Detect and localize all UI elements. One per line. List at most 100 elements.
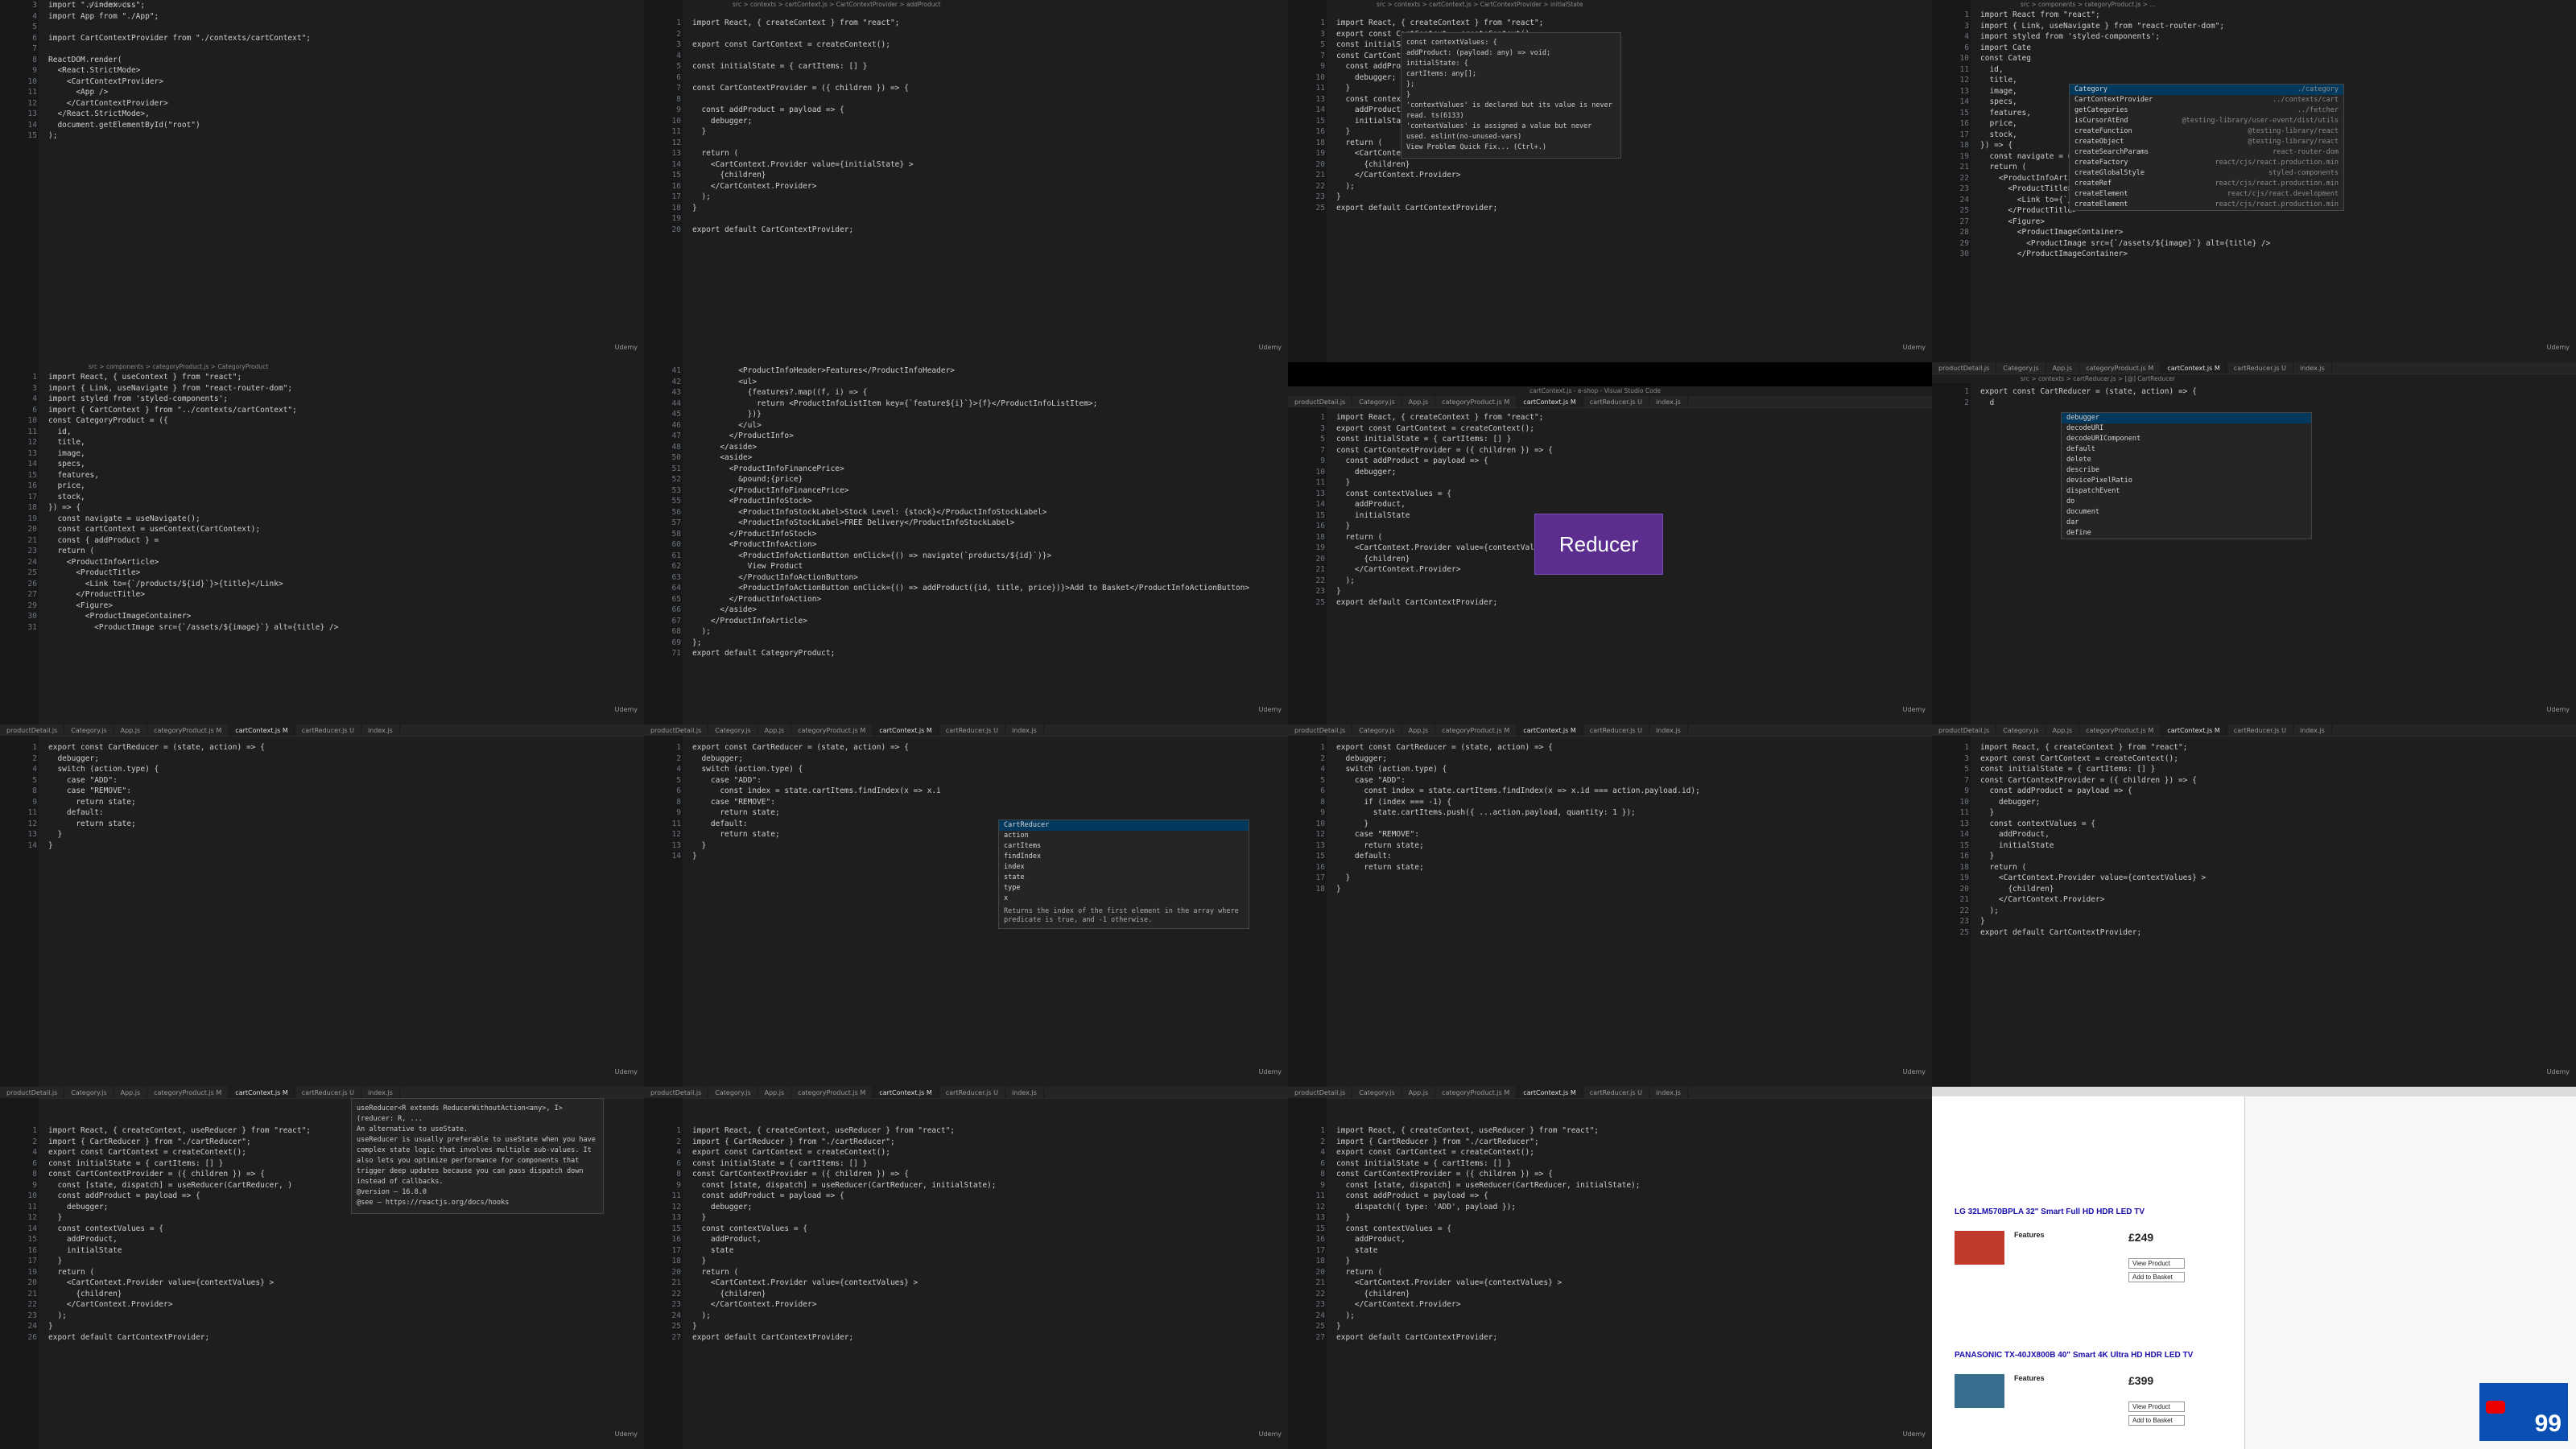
editor-tab[interactable]: cartContext.js M — [873, 724, 939, 736]
suggestion-item[interactable]: createFunction @testing-library/react — [2070, 126, 2343, 137]
list-item[interactable]: delete — [2062, 455, 2311, 465]
list-item[interactable]: View Problem Quick Fix... (Ctrl+.) — [1406, 142, 1616, 153]
editor-tab[interactable]: App.js — [758, 724, 792, 736]
editor-tab[interactable]: Category.js — [64, 1087, 114, 1098]
autocomplete-popup[interactable]: CartReducer action cartItems findIndex index… — [998, 819, 1249, 929]
list-item[interactable]: useReducer<R extends ReducerWithoutActio… — [357, 1104, 598, 1125]
list-item[interactable]: 'contextValues' is declared but its valu… — [1406, 101, 1616, 122]
editor-tab[interactable]: productDetail.js — [1288, 724, 1353, 736]
suggestion-item[interactable]: createObject @testing-library/react — [2070, 137, 2343, 147]
editor-tabs[interactable]: productDetail.js Category.js App.js categor… — [0, 1087, 644, 1099]
editor-tabs[interactable]: productDetail.js Category.js App.js categor… — [1288, 396, 1932, 408]
editor-tab[interactable]: productDetail.js — [644, 724, 709, 736]
list-item[interactable]: An alternative to useState. — [357, 1125, 598, 1135]
editor-tab[interactable]: cartContext.js M — [873, 1087, 939, 1098]
suggestion-item[interactable]: createFactory react/cjs/react.production.… — [2070, 158, 2343, 168]
editor-tab[interactable]: App.js — [758, 1087, 792, 1098]
editor-tabs[interactable]: productDetail.js Category.js App.js categor… — [644, 1087, 1288, 1099]
list-item[interactable]: default — [2062, 444, 2311, 455]
code-editor[interactable]: 1 export const CartReducer = (state, acti… — [1964, 386, 2568, 408]
suggestion-list[interactable]: CartReducer action cartItems findIndex index… — [999, 820, 1249, 904]
code-editor[interactable]: 1 import React, { createContext, useReduc… — [672, 1125, 1280, 1343]
list-item[interactable]: state — [999, 873, 1249, 883]
list-item[interactable]: dispatchEvent — [2062, 486, 2311, 497]
view-product-button[interactable]: View Product — [2128, 1402, 2185, 1412]
code-editor[interactable]: 1 import React, { createContext } from "r… — [1316, 412, 1924, 608]
editor-tab[interactable]: App.js — [1402, 724, 1436, 736]
add-to-basket-button[interactable]: Add to Basket — [2128, 1415, 2185, 1426]
product-title-link[interactable]: LG 32LM570BPLA 32" Smart Full HD HDR LED… — [1955, 1208, 2236, 1216]
editor-tab[interactable]: productDetail.js — [0, 724, 65, 736]
editor-tab[interactable]: cartContext.js M — [229, 1087, 295, 1098]
browser-tab-strip[interactable] — [1932, 1087, 2576, 1096]
code-editor[interactable]: 1 import React, { createContext } from "r… — [672, 18, 1280, 235]
editor-tab[interactable]: cartContext.js M — [1517, 396, 1583, 407]
editor-tab[interactable]: categoryProduct.js M — [1435, 396, 1517, 407]
editor-tab[interactable]: categoryProduct.js M — [1435, 1087, 1517, 1098]
editor-tab[interactable]: productDetail.js — [1932, 724, 1997, 736]
editor-tabs[interactable]: productDetail.js Category.js App.js categor… — [1288, 1087, 1932, 1099]
editor-tab[interactable]: productDetail.js — [1932, 362, 1997, 374]
list-item[interactable]: type — [999, 883, 1249, 894]
list-item[interactable]: describe — [2062, 465, 2311, 476]
editor-tab[interactable]: index.js — [1005, 724, 1044, 736]
editor-tab[interactable]: Category.js — [1996, 724, 2046, 736]
editor-tab[interactable]: App.js — [2046, 724, 2080, 736]
editor-tab[interactable]: cartReducer.js U — [295, 724, 361, 736]
editor-tabs[interactable]: productDetail.js Category.js App.js categor… — [1288, 724, 1932, 737]
editor-tab[interactable]: App.js — [114, 1087, 148, 1098]
editor-tab[interactable]: index.js — [2293, 724, 2332, 736]
editor-tab[interactable]: productDetail.js — [1288, 1087, 1353, 1098]
editor-tabs[interactable]: productDetail.js Category.js App.js categor… — [1932, 724, 2576, 737]
editor-tab[interactable]: cartReducer.js U — [939, 1087, 1005, 1098]
editor-tab[interactable]: cartContext.js M — [229, 724, 295, 736]
list-item[interactable]: action — [999, 831, 1249, 841]
view-product-button[interactable]: View Product — [2128, 1258, 2185, 1269]
editor-tab[interactable]: index.js — [361, 1087, 400, 1098]
list-item[interactable]: } — [1406, 90, 1616, 101]
editor-tab[interactable]: categoryProduct.js M — [2079, 724, 2161, 736]
autocomplete-popup[interactable]: debugger decodeURI decodeURIComponent defau… — [2061, 412, 2312, 539]
list-item[interactable]: decodeURIComponent — [2062, 434, 2311, 444]
list-item[interactable]: const contextValues: { — [1406, 38, 1616, 48]
list-item[interactable]: findIndex — [999, 852, 1249, 862]
editor-tab[interactable]: App.js — [1402, 396, 1436, 407]
editor-tab[interactable]: Category.js — [1996, 362, 2046, 374]
add-to-basket-button[interactable]: Add to Basket — [2128, 1272, 2185, 1282]
product-title-link[interactable]: PANASONIC TX-40JX800B 40" Smart 4K Ultra… — [1955, 1351, 2236, 1360]
editor-tab[interactable]: index.js — [361, 724, 400, 736]
editor-tab[interactable]: cartReducer.js U — [939, 724, 1005, 736]
list-item[interactable]: do — [2062, 497, 2311, 507]
editor-tabs[interactable]: productDetail.js Category.js App.js categor… — [644, 724, 1288, 737]
editor-tab[interactable]: Category.js — [64, 724, 114, 736]
code-editor[interactable]: 1 import React, { useContext } from "reac… — [28, 372, 636, 633]
editor-tab[interactable]: App.js — [1402, 1087, 1436, 1098]
editor-tab[interactable]: Category.js — [1352, 724, 1402, 736]
editor-tab[interactable]: categoryProduct.js M — [791, 724, 873, 736]
list-item[interactable]: cartItems: any[]; — [1406, 69, 1616, 80]
editor-tab[interactable]: Category.js — [1352, 1087, 1402, 1098]
editor-tab[interactable]: cartReducer.js U — [1583, 724, 1649, 736]
editor-tab[interactable]: Category.js — [708, 1087, 758, 1098]
editor-tab[interactable]: cartReducer.js U — [1583, 1087, 1649, 1098]
list-item[interactable]: 'contextValues' is assigned a value but … — [1406, 122, 1616, 142]
suggestion-item[interactable]: getCategories ../fetcher — [2070, 105, 2343, 116]
list-item[interactable]: }; — [1406, 80, 1616, 90]
suggestion-item[interactable]: createGlobalStyle styled-components — [2070, 168, 2343, 179]
suggestion-item[interactable]: createElement react/cjs/react.production.… — [2070, 200, 2343, 210]
suggestion-item[interactable]: createSearchParams react-router-dom — [2070, 147, 2343, 158]
editor-tab[interactable]: categoryProduct.js M — [2079, 362, 2161, 374]
editor-tab[interactable]: cartReducer.js U — [2227, 724, 2293, 736]
list-item[interactable]: debugger — [2062, 413, 2311, 423]
code-editor[interactable]: 1 export const CartReducer = (state, acti… — [1316, 742, 1924, 894]
list-item[interactable]: devicePixelRatio — [2062, 476, 2311, 486]
editor-tab[interactable]: Category.js — [708, 724, 758, 736]
editor-tabs[interactable]: productDetail.js Category.js App.js categor… — [0, 724, 644, 737]
editor-tab[interactable]: productDetail.js — [644, 1087, 709, 1098]
editor-tab[interactable]: cartContext.js M — [2161, 724, 2227, 736]
list-item[interactable]: dar — [2062, 518, 2311, 528]
suggestion-item[interactable]: isCursorAtEnd @testing-library/user-event… — [2070, 116, 2343, 126]
editor-tab[interactable]: index.js — [1649, 396, 1688, 407]
editor-tab[interactable]: cartContext.js M — [1517, 724, 1583, 736]
list-item[interactable]: useReducer is usually preferable to useS… — [357, 1135, 598, 1187]
